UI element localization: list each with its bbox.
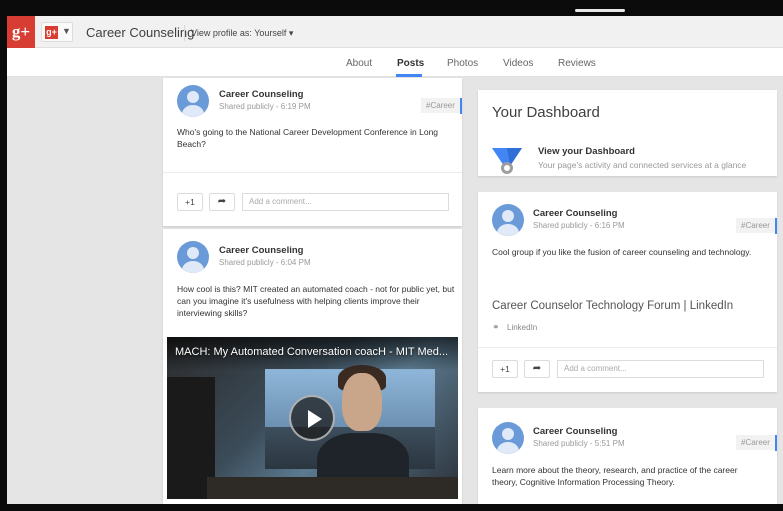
link-source[interactable]: LinkedIn <box>507 323 537 332</box>
video-embed[interactable]: MACH: My Automated Conversation coacH - … <box>167 337 458 499</box>
dashboard-card: Your Dashboard View your Dashboard Your … <box>478 90 777 176</box>
tab-about[interactable]: About <box>346 58 372 69</box>
post-meta[interactable]: Shared publicly - 6:04 PM <box>219 258 311 267</box>
plus-one-button[interactable]: +1 <box>177 193 203 211</box>
tab-posts[interactable]: Posts <box>397 58 424 69</box>
post-text: Who's going to the National Career Devel… <box>177 127 439 149</box>
post-text: How cool is this? MIT created an automat… <box>177 284 455 318</box>
divider <box>163 172 462 173</box>
tab-videos[interactable]: Videos <box>503 58 533 69</box>
browser-viewport: g+ g+ ▼ Career Counseling View profile a… <box>7 16 783 504</box>
divider <box>478 347 777 348</box>
tab-photos[interactable]: Photos <box>447 58 478 69</box>
page-switcher-button[interactable]: g+ ▼ <box>41 22 73 42</box>
post-meta[interactable]: Shared publicly - 6:16 PM <box>533 221 625 230</box>
device-frame-left <box>0 0 7 511</box>
link-preview-title[interactable]: Career Counselor Technology Forum | Link… <box>492 300 733 312</box>
hashtag-badge[interactable]: #Career <box>736 435 775 450</box>
post-card: Career Counseling Shared publicly - 5:51… <box>478 408 777 504</box>
post-text: Cool group if you like the fusion of car… <box>492 247 752 257</box>
avatar[interactable] <box>492 422 524 454</box>
post-meta[interactable]: Shared publicly - 6:19 PM <box>219 102 311 111</box>
active-tab-indicator <box>396 74 422 77</box>
avatar[interactable] <box>177 85 209 117</box>
hashtag-badge[interactable]: #Career <box>736 218 775 233</box>
play-icon <box>308 410 322 428</box>
plus-one-button[interactable]: +1 <box>492 360 518 378</box>
top-bar: g+ g+ ▼ Career Counseling View profile a… <box>7 16 783 48</box>
comment-input[interactable]: Add a comment... <box>242 193 449 211</box>
post-author[interactable]: Career Counseling <box>533 426 617 437</box>
comment-input[interactable]: Add a comment... <box>557 360 764 378</box>
video-title[interactable]: MACH: My Automated Conversation coacH - … <box>175 346 448 358</box>
post-card: Career Counseling Shared publicly - 6:04… <box>163 229 462 504</box>
play-button[interactable] <box>289 395 335 441</box>
post-author[interactable]: Career Counseling <box>219 245 303 256</box>
google-plus-mini-icon: g+ <box>45 26 58 39</box>
video-frame-detail <box>342 373 382 431</box>
post-card: Career Counseling Shared publicly - 6:19… <box>163 78 462 226</box>
post-meta[interactable]: Shared publicly - 5:51 PM <box>533 439 625 448</box>
view-profile-as-dropdown[interactable]: View profile as: Yourself ▾ <box>191 28 293 39</box>
device-frame-top <box>0 0 783 16</box>
dashboard-title: Your Dashboard <box>492 104 600 121</box>
device-frame-bottom <box>0 504 783 511</box>
post-author[interactable]: Career Counseling <box>533 208 617 219</box>
share-icon[interactable]: ➦ <box>524 360 550 378</box>
chevron-down-icon: ▼ <box>62 26 71 36</box>
dashboard-subtitle: Your page's activity and connected servi… <box>538 160 747 170</box>
hashtag-accent <box>775 435 777 451</box>
post-card: Career Counseling Shared publicly - 6:16… <box>478 192 777 392</box>
video-frame-detail <box>207 477 458 499</box>
hashtag-accent <box>460 98 462 114</box>
post-text: Learn more about the theory, research, a… <box>492 465 738 487</box>
post-author[interactable]: Career Counseling <box>219 89 303 100</box>
hashtag-badge[interactable]: #Career <box>421 98 460 113</box>
page-name[interactable]: Career Counseling <box>86 25 194 40</box>
tab-reviews[interactable]: Reviews <box>558 58 596 69</box>
avatar[interactable] <box>177 241 209 273</box>
google-plus-logo[interactable]: g+ <box>7 16 35 48</box>
divider <box>184 25 185 41</box>
device-notch <box>575 9 625 12</box>
link-icon: ⚭ <box>492 322 500 332</box>
hashtag-accent <box>775 218 777 234</box>
dashboard-gauge-icon <box>492 148 522 174</box>
avatar[interactable] <box>492 204 524 236</box>
profile-tabs: About Posts Photos Videos Reviews <box>7 48 783 77</box>
share-icon[interactable]: ➦ <box>209 193 235 211</box>
view-dashboard-link[interactable]: View your Dashboard <box>538 146 635 157</box>
